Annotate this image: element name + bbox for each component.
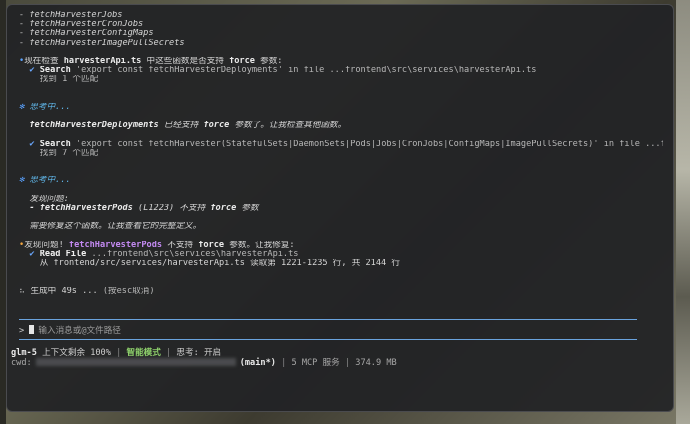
tool-call-search-2: ✔ Search 'export const fetchHarvester(St… (29, 139, 663, 149)
thinking-heading-2: 发现问题: (29, 194, 69, 204)
thinking-note-2: 需要修复这个函数。让我查看它的完整定义。 (29, 222, 202, 232)
message-input[interactable]: > 输入消息或@文件路径 (19, 324, 121, 336)
checkmark-icon: ✔ (29, 249, 35, 259)
input-border-bottom (19, 339, 637, 340)
input-border-top (19, 319, 637, 320)
message-check-harvester-api: •现在检查 harvesterApi.ts 中这些函数是否支持 force 参数… (19, 56, 283, 66)
text-cursor (29, 325, 35, 334)
thinking-content-1: fetchHarvesterDeployments 已经支持 force 参数了… (29, 121, 347, 131)
terminal-output: - fetchHarvesterJobs - fetchHarvesterCro… (19, 11, 663, 296)
terminal-window: - fetchHarvesterJobs - fetchHarvesterCro… (6, 4, 674, 412)
asterisk-icon: ✻ (19, 102, 25, 112)
checkmark-icon: ✔ (29, 66, 35, 76)
list-item: - fetchHarvesterCronJobs (19, 20, 144, 30)
tool-result-3: 从 frontend/src/services/harvesterApi.ts … (39, 259, 400, 269)
thinking-item-2: - fetchHarvesterPods (L1223) 不支持 force 参… (29, 203, 259, 213)
tool-call-read-file: ✔ Read File ...frontend\src\services\har… (29, 249, 299, 259)
desktop-background-right (676, 0, 690, 424)
thinking-label-1: ✻ 思考中... (19, 102, 71, 112)
input-placeholder: 输入消息或@文件路径 (38, 326, 121, 336)
tool-result-2: 找到 7 个匹配 (39, 148, 99, 158)
list-item: - fetchHarvesterImagePullSecrets (19, 38, 185, 48)
generating-status: ⠦ 生成中 49s ... (按esc取消) (19, 286, 155, 296)
list-item: - fetchHarvesterJobs (19, 11, 123, 20)
checkmark-icon: ✔ (29, 139, 35, 149)
list-item: - fetchHarvesterConfigMaps (19, 29, 154, 39)
message-found-issue: •发现问题! fetchHarvesterPods 不支持 force 参数。让… (19, 240, 295, 250)
redacted-path (35, 358, 236, 366)
tool-call-search-1: ✔ Search 'export const fetchHarvesterDep… (29, 66, 537, 76)
tool-result-1: 找到 1 个匹配 (39, 75, 99, 85)
thinking-label-2: ✻ 思考中... (19, 176, 71, 186)
spinner-icon: ⠦ (19, 286, 26, 296)
asterisk-icon: ✻ (19, 176, 25, 186)
status-bar-cwd: cwd: (main*) | 5 MCP 服务 | 374.9 MB (11, 358, 397, 368)
